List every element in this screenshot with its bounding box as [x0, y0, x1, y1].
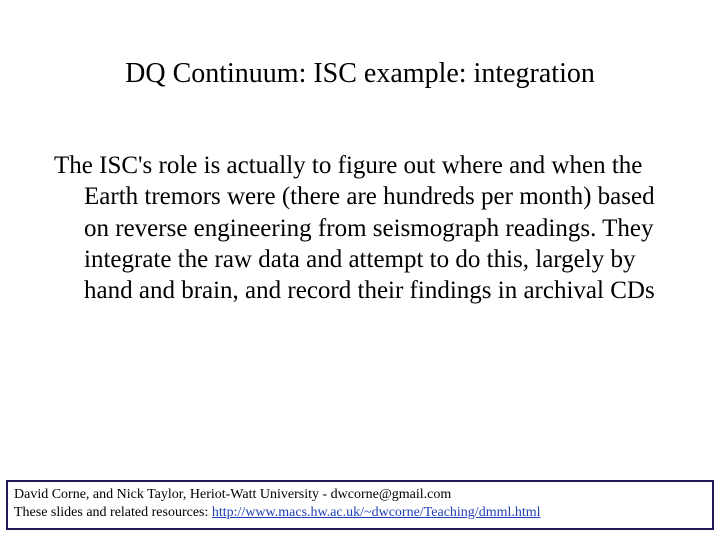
footer-line-2: These slides and related resources: http…	[14, 504, 706, 522]
slide: DQ Continuum: ISC example: integration T…	[0, 0, 720, 540]
footer-link[interactable]: http://www.macs.hw.ac.uk/~dwcorne/Teachi…	[212, 505, 541, 520]
footer-resources-label: These slides and related resources:	[14, 505, 212, 520]
footer-line-1: David Corne, and Nick Taylor, Heriot-Wat…	[14, 486, 706, 504]
slide-body: The ISC's role is actually to figure out…	[54, 150, 668, 306]
footer-email: dwcorne@gmail.com	[331, 487, 452, 502]
footer: David Corne, and Nick Taylor, Heriot-Wat…	[6, 480, 714, 530]
footer-authors: David Corne, and Nick Taylor, Heriot-Wat…	[14, 487, 331, 502]
body-paragraph: The ISC's role is actually to figure out…	[54, 150, 668, 306]
slide-title: DQ Continuum: ISC example: integration	[0, 58, 720, 90]
